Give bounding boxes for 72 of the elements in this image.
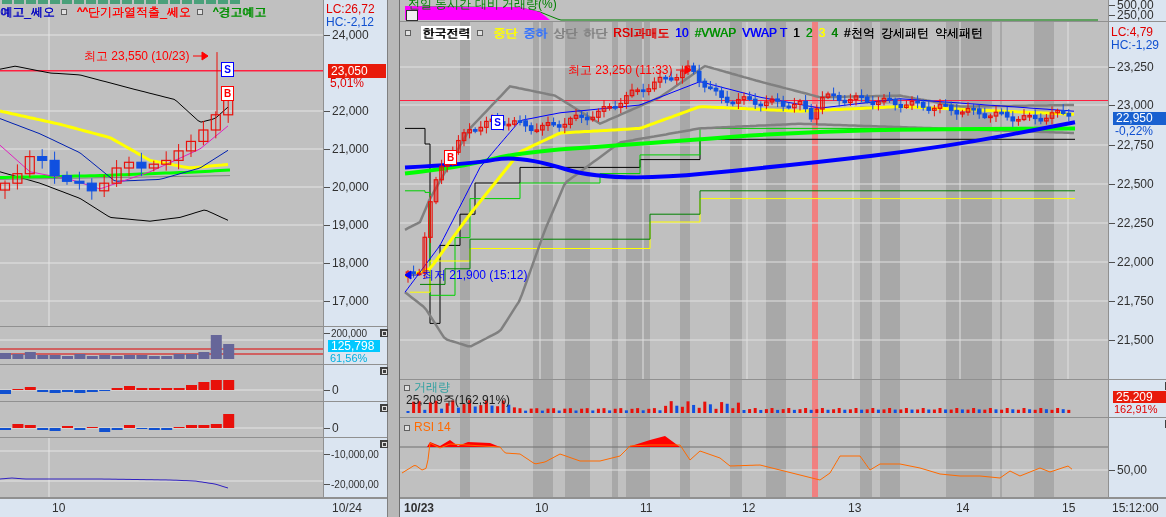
pane-title: RSI 14 xyxy=(414,421,451,434)
legend-item[interactable]: 4 xyxy=(831,26,838,40)
axis-label: 22,000 xyxy=(1117,255,1154,269)
legend-item[interactable]: 강세패턴 xyxy=(880,26,929,40)
pane-title: 거래량 xyxy=(414,381,450,394)
price-change-label: -0,22% xyxy=(1115,125,1154,137)
legend-item[interactable]: 3 xyxy=(818,26,826,40)
legend-item[interactable]: 2 xyxy=(805,26,813,40)
axis-label: 21,000 xyxy=(332,142,369,156)
sell-signal-marker: S xyxy=(491,115,504,130)
axis-label: 22,750 xyxy=(1117,138,1154,152)
x-axis-label: 10/24 xyxy=(332,501,363,515)
buy-signal-marker: B xyxy=(444,150,457,165)
axis-label: 22,000 xyxy=(332,104,369,118)
axis-label: 0 xyxy=(332,421,339,435)
legend-item[interactable]: VWAP T xyxy=(741,26,788,40)
lc-value: LC:4,79 xyxy=(1111,26,1154,39)
volume-value-box: 25,209 xyxy=(1113,391,1166,403)
x-axis-label: 10 xyxy=(535,501,549,515)
axis-label: 23,000 xyxy=(1117,98,1154,112)
legend-item[interactable]: 10 xyxy=(675,26,689,40)
high-price-label: 최고 23,250 (11:33) xyxy=(568,63,673,77)
price-change-label: 5,01% xyxy=(330,77,365,90)
legend-item[interactable]: 약세패턴 xyxy=(934,26,983,40)
x-axis-label: 10/23 xyxy=(404,501,435,515)
legend-item[interactable]: 예고_쎄오 xyxy=(0,5,55,19)
axis-label: 24,000 xyxy=(332,28,369,42)
legend-item[interactable]: 한국전력 xyxy=(421,26,471,40)
buy-signal-marker: B xyxy=(221,86,234,101)
x-axis-label: 10 xyxy=(52,501,66,515)
axis-label: 21,500 xyxy=(1117,333,1154,347)
axis-label: 19,000 xyxy=(332,218,369,232)
lc-value: LC:26,72 xyxy=(326,3,375,16)
axis-label: -20,000,00 xyxy=(331,479,379,490)
axis-label: 21,750 xyxy=(1117,294,1154,308)
legend-item[interactable]: RSI과매도 xyxy=(613,26,669,40)
axis-label: 50,00 xyxy=(1117,463,1148,477)
sell-signal-marker: S xyxy=(221,62,234,77)
volume-value-box: 125,798 xyxy=(328,340,380,352)
legend-item[interactable]: 중하 xyxy=(523,26,547,40)
axis-label: 200,000 xyxy=(331,328,368,339)
axis-label: 22,250 xyxy=(1117,216,1154,230)
high-price-label: 최고 23,550 (10/23) xyxy=(84,49,190,63)
axis-label: 500,00 xyxy=(1117,0,1154,12)
volume-ratio-label: 162,91% xyxy=(1114,403,1158,415)
legend-item[interactable]: #VWAP xyxy=(694,26,736,40)
legend-item[interactable]: #천억 xyxy=(843,26,875,40)
axis-label: 17,000 xyxy=(332,294,369,308)
axis-label: 0 xyxy=(332,383,339,397)
legend-item[interactable]: 1 xyxy=(793,26,800,40)
time-label: 15:12:00 xyxy=(1112,501,1159,515)
axis-label: 20,000 xyxy=(332,180,369,194)
x-axis-label: 12 xyxy=(742,501,756,515)
axis-label: 23,250 xyxy=(1117,60,1154,74)
x-axis-label: 15 xyxy=(1062,501,1076,515)
current-price-box: 23,050 xyxy=(328,64,386,78)
hc-value: HC:-1,29 xyxy=(1111,39,1160,52)
axis-label: -10,000,00 xyxy=(331,449,379,460)
x-axis-label: 13 xyxy=(848,501,862,515)
legend-item[interactable]: 상단 xyxy=(553,26,577,40)
legend-item[interactable]: 중단 xyxy=(493,26,517,40)
volume-reading: 25,209주(162,91%) xyxy=(406,394,511,407)
axis-label: 18,000 xyxy=(332,256,369,270)
volume-ratio-label: 61,56% xyxy=(330,353,368,364)
legend-item[interactable]: ^경고예고 xyxy=(212,5,267,19)
x-axis-label: 14 xyxy=(956,501,970,515)
legend-item[interactable]: 하단 xyxy=(583,26,607,40)
current-price-box: 22,950 xyxy=(1113,112,1166,125)
x-axis-label: 11 xyxy=(640,501,653,515)
legend-item[interactable]: ^^단기과열적출_쎄오 xyxy=(76,5,191,19)
axis-label: 22,500 xyxy=(1117,177,1154,191)
hc-value: HC:-2,12 xyxy=(326,16,375,29)
